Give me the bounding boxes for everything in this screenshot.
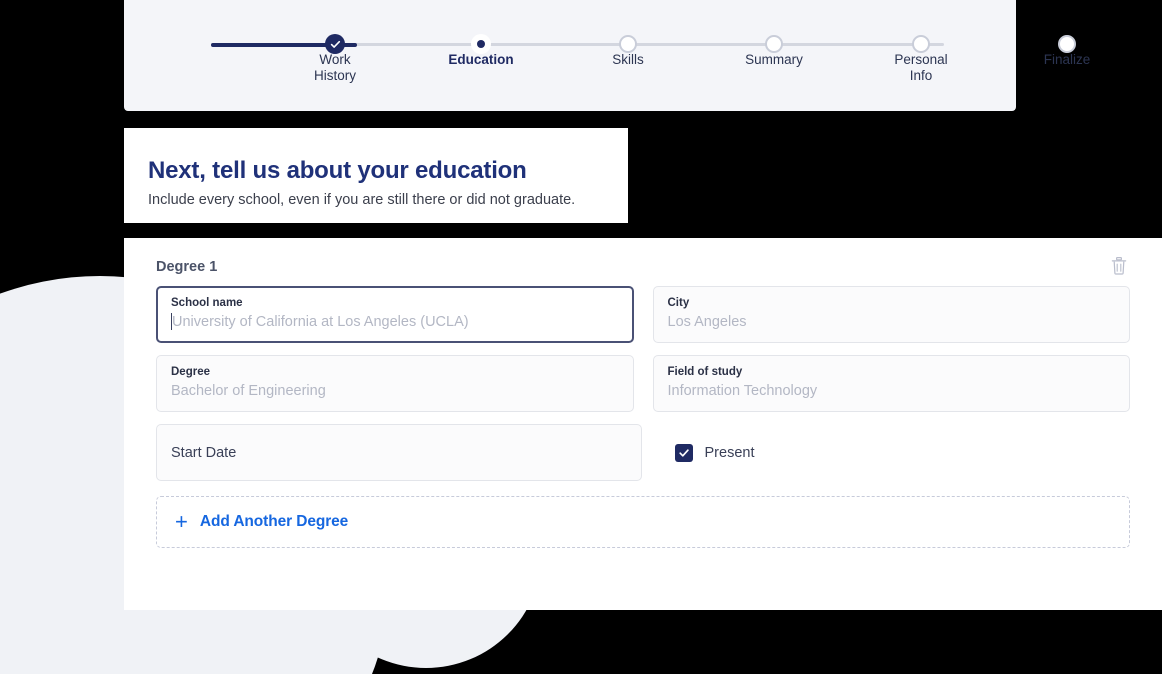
stepper-label-summary: Summary bbox=[745, 52, 803, 67]
stepper-label-education: Education bbox=[448, 52, 514, 67]
school-name-label: School name bbox=[171, 297, 243, 309]
city-input[interactable]: Los Angeles bbox=[668, 312, 1116, 332]
city-label: City bbox=[667, 297, 690, 309]
page-title: Next, tell us about your education bbox=[148, 157, 527, 184]
progress-stepper-card: Work History Education Skills Summary Pe… bbox=[124, 0, 1090, 111]
school-name-input[interactable]: University of California at Los Angeles … bbox=[171, 312, 619, 332]
education-form-card: Degree 1 School name University of Calif… bbox=[124, 238, 1162, 610]
field-of-study-field[interactable]: Field of study Information Technology bbox=[652, 355, 1130, 412]
step-indicator-education bbox=[471, 34, 491, 54]
page-subtitle: Include every school, even if you are st… bbox=[148, 192, 576, 208]
stepper-label-finalize: Finalize bbox=[1043, 52, 1091, 67]
stepper-label-personal-info: Personal Info bbox=[894, 52, 948, 83]
step-indicator-summary bbox=[764, 34, 784, 54]
degree-section-title: Degree 1 bbox=[156, 259, 218, 275]
stepper-step-education[interactable]: Education bbox=[421, 34, 541, 67]
start-date-field[interactable]: Start Date bbox=[156, 424, 642, 481]
stepper-label-skills: Skills bbox=[612, 52, 644, 67]
school-name-field[interactable]: School name University of California at … bbox=[156, 286, 634, 343]
stepper-step-finalize[interactable]: Finalize bbox=[1007, 34, 1127, 67]
present-checkbox-label: Present bbox=[704, 444, 755, 461]
circle-icon bbox=[1058, 35, 1076, 53]
start-date-label: Start Date bbox=[171, 444, 237, 461]
present-checkbox[interactable] bbox=[674, 443, 693, 462]
heading-card: Next, tell us about your education Inclu… bbox=[124, 128, 628, 223]
dot-icon bbox=[471, 34, 491, 54]
text-caret bbox=[171, 313, 172, 330]
check-icon bbox=[325, 34, 345, 54]
page-stage: Work History Education Skills Summary Pe… bbox=[0, 0, 1162, 674]
step-indicator-work-history bbox=[325, 34, 345, 54]
circle-icon bbox=[912, 35, 930, 53]
form-row-degree-field: Degree Bachelor of Engineering Field of … bbox=[156, 355, 1130, 412]
trash-icon bbox=[1111, 256, 1127, 278]
degree-section-header: Degree 1 bbox=[156, 238, 1130, 286]
checkmark-icon bbox=[678, 448, 689, 457]
stepper-step-personal-info[interactable]: Personal Info bbox=[861, 34, 981, 83]
stepper-step-summary[interactable]: Summary bbox=[714, 34, 834, 67]
field-of-study-input[interactable]: Information Technology bbox=[668, 381, 1116, 401]
degree-input[interactable]: Bachelor of Engineering bbox=[171, 381, 619, 401]
city-field[interactable]: City Los Angeles bbox=[652, 286, 1130, 343]
delete-degree-button[interactable] bbox=[1108, 256, 1130, 278]
add-another-degree-label: Add Another Degree bbox=[199, 513, 349, 530]
stepper-step-work-history[interactable]: Work History bbox=[275, 34, 395, 83]
field-of-study-label: Field of study bbox=[667, 366, 743, 378]
form-row-dates: Start Date Present bbox=[156, 424, 1130, 481]
circle-icon bbox=[765, 35, 783, 53]
step-indicator-personal-info bbox=[911, 34, 931, 54]
plus-icon: + bbox=[175, 509, 188, 534]
school-name-placeholder: University of California at Los Angeles … bbox=[172, 314, 469, 330]
circle-icon bbox=[619, 35, 637, 53]
progress-stepper: Work History Education Skills Summary Pe… bbox=[124, 0, 1090, 111]
degree-label: Degree bbox=[171, 366, 210, 378]
step-indicator-skills bbox=[618, 34, 638, 54]
step-indicator-finalize bbox=[1057, 34, 1077, 54]
add-another-degree-button[interactable]: + Add Another Degree bbox=[156, 496, 1130, 548]
present-checkbox-group[interactable]: Present bbox=[661, 424, 1131, 481]
degree-field[interactable]: Degree Bachelor of Engineering bbox=[156, 355, 634, 412]
stepper-label-work-history: Work History bbox=[313, 52, 356, 83]
stepper-step-skills[interactable]: Skills bbox=[568, 34, 688, 67]
form-row-school-city: School name University of California at … bbox=[156, 286, 1130, 343]
